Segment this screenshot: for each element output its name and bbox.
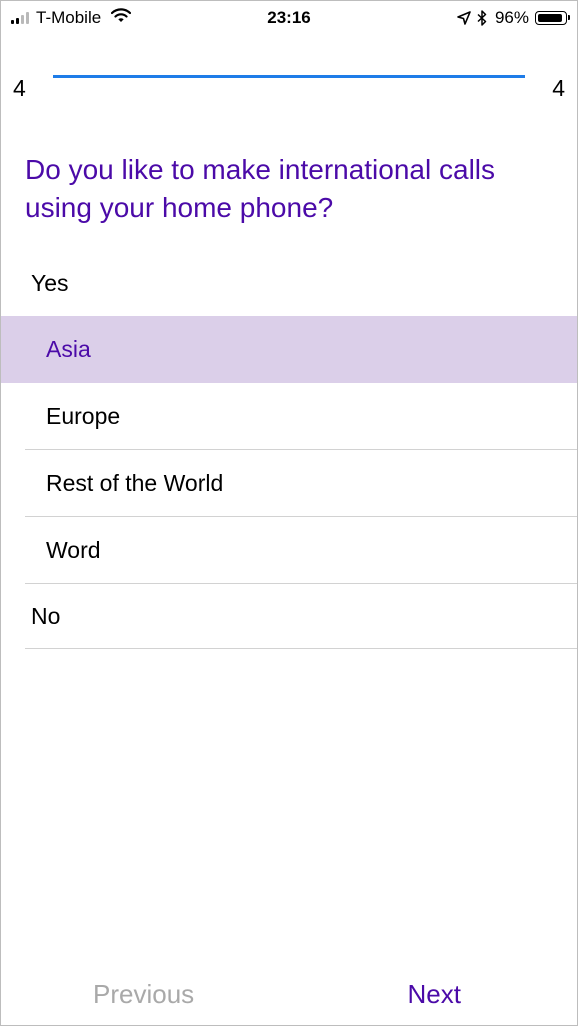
divider [25,648,577,649]
progress-total: 4 [552,75,565,101]
option-label: Word [46,537,101,563]
option-asia[interactable]: Asia [1,316,577,383]
option-europe[interactable]: Europe [1,383,577,450]
option-label: Yes [31,270,69,296]
status-right: 96% [451,8,570,28]
location-arrow-icon [457,11,471,25]
option-yes[interactable]: Yes [1,251,577,316]
progress-bar-fill [53,75,525,78]
option-label: Rest of the World [46,470,224,496]
battery-icon [535,11,570,25]
progress-indicator: 4 4 [1,69,577,105]
option-label: Europe [46,403,121,429]
status-bar: T-Mobile 23:16 96% [1,1,577,37]
previous-button[interactable]: Previous [93,979,194,1010]
bluetooth-icon [477,10,487,26]
option-word[interactable]: Word [1,517,577,584]
progress-current: 4 [13,75,26,101]
battery-percent: 96% [494,8,529,27]
option-rest-of-world[interactable]: Rest of the World [1,450,577,517]
option-no[interactable]: No [1,584,577,649]
option-label: Asia [46,336,91,362]
footer-nav: Previous Next [1,971,577,1021]
option-label: No [31,603,61,629]
answer-list: Yes Asia Europe Rest of the World Word N… [1,251,577,649]
next-button[interactable]: Next [408,979,461,1010]
survey-screen: T-Mobile 23:16 96% 4 4 Do you like to ma… [0,0,578,1026]
progress-bar [53,75,525,78]
question-text: Do you like to make international calls … [25,154,496,223]
